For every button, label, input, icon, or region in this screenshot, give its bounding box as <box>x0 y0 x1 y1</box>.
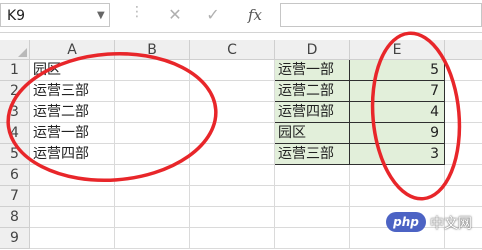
column-header-a[interactable]: A <box>30 40 115 60</box>
column-header-e[interactable]: E <box>350 40 445 60</box>
cell-c4[interactable] <box>190 123 275 144</box>
formula-bar: K9 ▼ ⋮ ✕ ✓ fx <box>0 0 482 33</box>
cell-e7[interactable] <box>350 186 445 207</box>
cell-a4[interactable]: 运营一部 <box>30 123 115 144</box>
cell-b5[interactable] <box>115 144 190 165</box>
cell-f6[interactable] <box>445 165 482 186</box>
cell-b9[interactable] <box>115 228 190 249</box>
php-logo: php <box>386 212 426 232</box>
row-header-5[interactable]: 5 <box>0 144 30 165</box>
name-box-value: K9 <box>7 8 26 24</box>
cell-d8[interactable] <box>275 207 350 228</box>
cell-b2[interactable] <box>115 81 190 102</box>
cell-f2[interactable] <box>445 81 482 102</box>
cell-a3[interactable]: 运营二部 <box>30 102 115 123</box>
cell-c7[interactable] <box>190 186 275 207</box>
formula-bar-grip-icon: ⋮ <box>130 4 144 20</box>
cell-d3[interactable]: 运营四部 <box>275 102 350 123</box>
cell-d2[interactable]: 运营二部 <box>275 81 350 102</box>
cell-d5[interactable]: 运营三部 <box>275 144 350 165</box>
cell-f3[interactable] <box>445 102 482 123</box>
column-header-f[interactable] <box>445 40 482 60</box>
select-all-icon <box>18 48 27 57</box>
row-header-2[interactable]: 2 <box>0 81 30 102</box>
cell-b8[interactable] <box>115 207 190 228</box>
cell-a5[interactable]: 运营四部 <box>30 144 115 165</box>
cell-f1[interactable] <box>445 60 482 81</box>
cell-f4[interactable] <box>445 123 482 144</box>
cell-e5[interactable]: 3 <box>350 144 445 165</box>
cell-c9[interactable] <box>190 228 275 249</box>
cell-a2[interactable]: 运营三部 <box>30 81 115 102</box>
watermark: php 中文网 <box>386 210 482 236</box>
cell-a6[interactable] <box>30 165 115 186</box>
formula-input[interactable] <box>280 3 482 27</box>
cell-b7[interactable] <box>115 186 190 207</box>
cell-e2[interactable]: 7 <box>350 81 445 102</box>
cell-c6[interactable] <box>190 165 275 186</box>
row-header-4[interactable]: 4 <box>0 123 30 144</box>
column-header-b[interactable]: B <box>115 40 190 60</box>
cell-d9[interactable] <box>275 228 350 249</box>
row-header-1[interactable]: 1 <box>0 60 30 81</box>
row-header-9[interactable]: 9 <box>0 228 30 249</box>
cell-a1[interactable]: 园区 <box>30 60 115 81</box>
cell-c2[interactable] <box>190 81 275 102</box>
cell-b6[interactable] <box>115 165 190 186</box>
name-box-dropdown-icon[interactable]: ▼ <box>97 10 105 21</box>
cell-b1[interactable] <box>115 60 190 81</box>
cell-a7[interactable] <box>30 186 115 207</box>
watermark-text: 中文网 <box>430 216 472 232</box>
row-header-7[interactable]: 7 <box>0 186 30 207</box>
cell-c3[interactable] <box>190 102 275 123</box>
column-header-c[interactable]: C <box>190 40 275 60</box>
row-header-3[interactable]: 3 <box>0 102 30 123</box>
cell-f7[interactable] <box>445 186 482 207</box>
row-header-6[interactable]: 6 <box>0 165 30 186</box>
cell-f5[interactable] <box>445 144 482 165</box>
insert-function-button[interactable]: fx <box>244 5 266 25</box>
cell-a8[interactable] <box>30 207 115 228</box>
name-box[interactable]: K9 ▼ <box>0 3 110 27</box>
cell-c5[interactable] <box>190 144 275 165</box>
cell-d7[interactable] <box>275 186 350 207</box>
cell-e4[interactable]: 9 <box>350 123 445 144</box>
cell-d1[interactable]: 运营一部 <box>275 60 350 81</box>
column-header-d[interactable]: D <box>275 40 350 60</box>
cell-c8[interactable] <box>190 207 275 228</box>
cell-a9[interactable] <box>30 228 115 249</box>
cell-d6[interactable] <box>275 165 350 186</box>
cell-e1[interactable]: 5 <box>350 60 445 81</box>
cell-c1[interactable] <box>190 60 275 81</box>
cell-b3[interactable] <box>115 102 190 123</box>
cell-e6[interactable] <box>350 165 445 186</box>
row-header-8[interactable]: 8 <box>0 207 30 228</box>
cancel-icon[interactable]: ✕ <box>164 5 186 25</box>
enter-icon[interactable]: ✓ <box>202 5 224 25</box>
cell-b4[interactable] <box>115 123 190 144</box>
select-all-button[interactable] <box>0 40 30 60</box>
cell-e3[interactable]: 4 <box>350 102 445 123</box>
cell-d4[interactable]: 园区 <box>275 123 350 144</box>
